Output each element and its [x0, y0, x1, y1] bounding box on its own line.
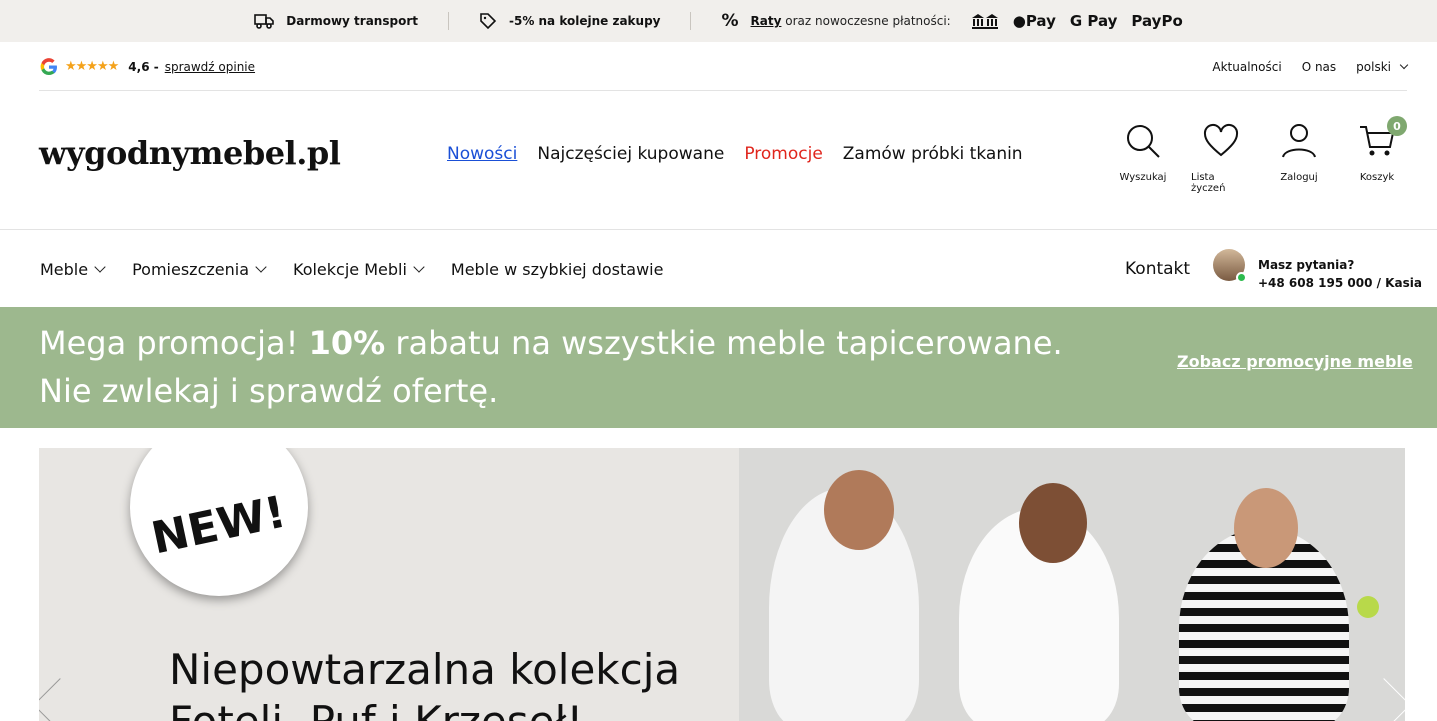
site-header: wygodnymebel.pl Nowości Najczęściej kupo… — [0, 92, 1437, 230]
category-nav: Meble Pomieszczenia Kolekcje Mebli Meble… — [0, 231, 1437, 307]
payments-info: % Raty oraz nowoczesne płatności: ●Pay G… — [690, 11, 1212, 31]
category-label: Meble w szybkiej dostawie — [450, 259, 664, 279]
login-button[interactable]: Zaloguj — [1269, 122, 1329, 194]
hero-photo — [739, 448, 1405, 721]
free-transport: Darmowy transport — [224, 12, 448, 30]
search-icon — [1127, 125, 1160, 158]
site-logo[interactable]: wygodnymebel.pl — [39, 134, 341, 172]
category-list: Meble Pomieszczenia Kolekcje Mebli Meble… — [40, 260, 663, 279]
promo-link[interactable]: Zobacz promocyjne meble — [1177, 352, 1413, 371]
main-nav: Nowości Najczęściej kupowane Promocje Za… — [447, 144, 1023, 164]
reviews-link[interactable]: sprawdź opinie — [165, 60, 255, 74]
about-link[interactable]: O nas — [1302, 60, 1336, 74]
google-icon — [40, 57, 57, 75]
category-label: Meble — [40, 259, 89, 279]
search-button[interactable]: Wyszukaj — [1113, 122, 1173, 194]
category-rooms[interactable]: Pomieszczenia — [132, 259, 267, 279]
google-pay-logo: G Pay — [1069, 12, 1118, 30]
slider-prev-icon[interactable] — [39, 678, 87, 721]
tennis-ball — [1357, 596, 1379, 618]
category-fast-delivery[interactable]: Meble w szybkiej dostawie — [451, 260, 664, 279]
cart-button[interactable]: Koszyk 0 — [1347, 116, 1407, 194]
rating-value: 4,6 - — [128, 59, 159, 74]
avatar — [1213, 249, 1247, 283]
help-phone: +48 608 195 000 / Kasia — [1258, 276, 1422, 290]
model-3-head — [1234, 488, 1298, 568]
free-transport-label: Darmowy transport — [286, 14, 418, 28]
promo-text: Mega promocja! 10% rabatu na wszystkie m… — [39, 324, 1063, 410]
utility-links: Aktualności O nas polski — [1212, 59, 1409, 74]
contact-link[interactable]: Kontakt — [1125, 259, 1190, 279]
search-label: Wyszukaj — [1119, 172, 1167, 183]
chevron-down-icon — [1399, 60, 1409, 69]
cart-label: Koszyk — [1359, 172, 1395, 183]
utility-row: ★★★★★ 4,6 - sprawdź opinie Aktualności O… — [39, 43, 1409, 91]
truck-icon — [254, 14, 275, 29]
model-2-head — [1019, 483, 1087, 563]
raty-link[interactable]: Raty — [751, 14, 782, 28]
category-label: Pomieszczenia — [132, 259, 249, 279]
online-status-dot — [1236, 272, 1247, 283]
discount-info: -5% na kolejne zakupy — [447, 12, 691, 30]
new-badge: NEW! — [130, 448, 308, 596]
chevron-down-icon — [413, 261, 425, 273]
help-question: Masz pytania? — [1258, 258, 1355, 272]
payments-text: oraz nowoczesne płatności: — [785, 14, 951, 28]
nav-new[interactable]: Nowości — [447, 144, 517, 164]
hero-slider: NEW! Niepowtarzalna kolekcja Foteli, Puf… — [39, 448, 1405, 721]
help-contact[interactable]: Masz pytania? +48 608 195 000 / Kasia — [1258, 256, 1422, 292]
nav-promotions[interactable]: Promocje — [744, 144, 822, 164]
rating-stars: ★★★★★ — [65, 59, 119, 74]
wishlist-label: Lista życzeń — [1191, 172, 1226, 194]
header-icons: Wyszukaj Lista życzeń Zaloguj Koszyk 0 — [1113, 116, 1407, 194]
category-furniture[interactable]: Meble — [40, 259, 106, 279]
login-label: Zaloguj — [1280, 172, 1318, 183]
cart-count-badge: 0 — [1387, 116, 1407, 136]
payment-logos: ●Pay G Pay PayPo — [971, 12, 1183, 30]
language-select[interactable]: polski — [1356, 59, 1409, 74]
wishlist-button[interactable]: Lista życzeń — [1191, 122, 1251, 194]
apple-pay-logo: ●Pay — [1012, 12, 1056, 30]
google-rating: ★★★★★ 4,6 - sprawdź opinie — [39, 57, 255, 77]
discount-label: -5% na kolejne zakupy — [508, 14, 661, 28]
hero-title: Niepowtarzalna kolekcja Foteli, Puf i Kr… — [169, 645, 681, 721]
category-label: Kolekcje Mebli — [293, 259, 407, 279]
apple-icon: ● — [1012, 12, 1026, 30]
user-icon — [1282, 124, 1316, 158]
heart-icon — [1203, 123, 1239, 157]
tag-icon — [480, 13, 497, 30]
news-link[interactable]: Aktualności — [1212, 60, 1281, 74]
chevron-down-icon — [94, 261, 106, 273]
category-collections[interactable]: Kolekcje Mebli — [293, 259, 425, 279]
chevron-down-icon — [255, 261, 267, 273]
bank-icon — [971, 14, 998, 29]
nav-fabric-samples[interactable]: Zamów próbki tkanin — [843, 144, 1023, 164]
model-1-head — [824, 470, 894, 550]
top-info-bar: Darmowy transport -5% na kolejne zakupy … — [0, 0, 1437, 42]
paypo-logo: PayPo — [1131, 12, 1183, 30]
percent-icon: % — [721, 11, 739, 31]
promo-banner: Mega promocja! 10% rabatu na wszystkie m… — [0, 307, 1437, 428]
nav-bestsellers[interactable]: Najczęściej kupowane — [537, 144, 724, 164]
language-value: polski — [1356, 59, 1391, 74]
